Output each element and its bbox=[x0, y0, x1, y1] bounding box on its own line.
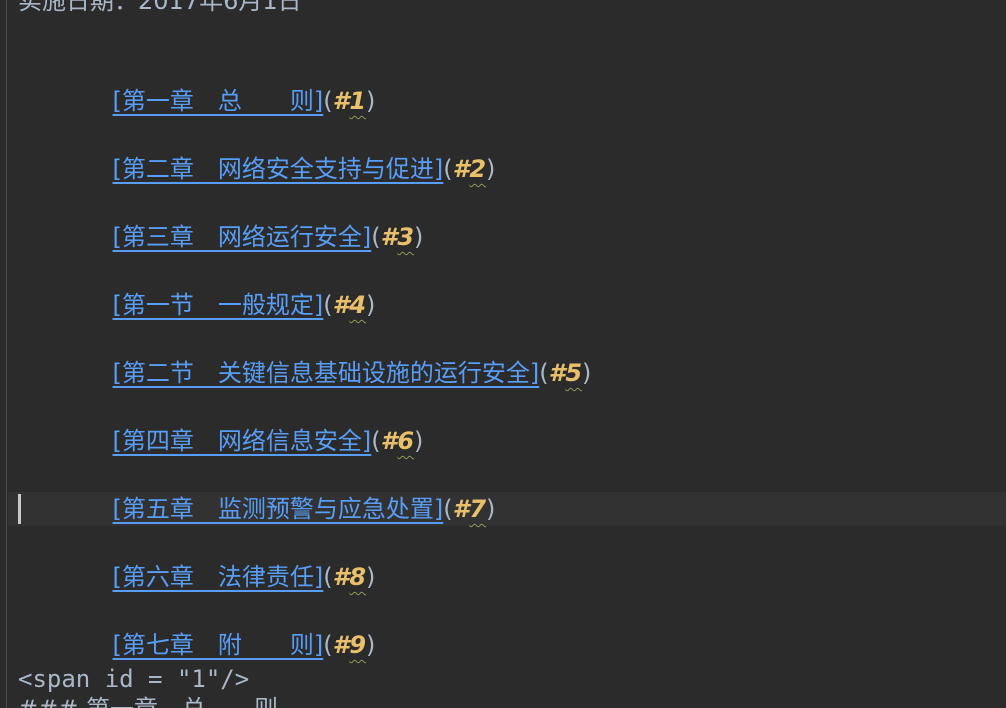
anchor-hash: # bbox=[548, 359, 566, 387]
text-caret bbox=[18, 494, 21, 524]
paren-open: ( bbox=[323, 563, 333, 591]
toc-entry-5[interactable]: [第二节 关键信息基础设施的运行安全](#5) bbox=[82, 322, 592, 387]
anchor-number: 2 bbox=[469, 155, 487, 183]
paren-open: ( bbox=[323, 291, 333, 319]
anchor-ref[interactable]: #9 bbox=[333, 631, 366, 659]
toc-entry-1[interactable]: [第一章 总 则](#1) bbox=[82, 50, 376, 115]
anchor-ref[interactable]: #6 bbox=[381, 427, 414, 455]
toc-link[interactable]: [第五章 监测预警与应急处置] bbox=[113, 495, 444, 523]
toc-entry-7[interactable]: [第五章 监测预警与应急处置](#7) bbox=[82, 458, 496, 523]
toc-link[interactable]: [第六章 法律责任] bbox=[113, 563, 324, 591]
paren-close: ) bbox=[486, 155, 496, 183]
toc-link[interactable]: [第二章 网络安全支持与促进] bbox=[113, 155, 444, 183]
paren-open: ( bbox=[443, 155, 453, 183]
anchor-ref[interactable]: #2 bbox=[453, 155, 486, 183]
toc-entry-4[interactable]: [第一节 一般规定](#4) bbox=[82, 254, 376, 319]
anchor-hash: # bbox=[380, 427, 398, 455]
paren-close: ) bbox=[366, 291, 376, 319]
toc-link[interactable]: [第二节 关键信息基础设施的运行安全] bbox=[113, 359, 540, 387]
toc-entry-2[interactable]: [第二章 网络安全支持与促进](#2) bbox=[82, 118, 496, 183]
anchor-hash: # bbox=[332, 291, 350, 319]
span-anchor-line: <span id = "1"/> bbox=[18, 665, 250, 693]
paren-open: ( bbox=[443, 495, 453, 523]
toc-entry-8[interactable]: [第六章 法律责任](#8) bbox=[82, 526, 376, 591]
toc-entry-6[interactable]: [第四章 网络信息安全](#6) bbox=[82, 390, 424, 455]
date-line: 实施日期：2017年6月1日 bbox=[18, 0, 302, 15]
paren-close: ) bbox=[366, 631, 376, 659]
toc-link[interactable]: [第三章 网络运行安全] bbox=[113, 223, 372, 251]
anchor-number: 8 bbox=[349, 563, 367, 591]
anchor-ref[interactable]: #7 bbox=[453, 495, 486, 523]
paren-close: ) bbox=[414, 427, 424, 455]
anchor-number: 6 bbox=[397, 427, 415, 455]
paren-open: ( bbox=[371, 427, 381, 455]
paren-open: ( bbox=[371, 223, 381, 251]
toc-link[interactable]: [第四章 网络信息安全] bbox=[113, 427, 372, 455]
anchor-hash: # bbox=[380, 223, 398, 251]
anchor-ref[interactable]: #1 bbox=[333, 87, 366, 115]
paren-close: ) bbox=[366, 87, 376, 115]
paren-close: ) bbox=[486, 495, 496, 523]
anchor-number: 4 bbox=[349, 291, 367, 319]
anchor-hash: # bbox=[332, 87, 350, 115]
toc-link[interactable]: [第一节 一般规定] bbox=[113, 291, 324, 319]
anchor-hash: # bbox=[332, 631, 350, 659]
anchor-number: 1 bbox=[349, 87, 367, 115]
anchor-ref[interactable]: #8 bbox=[333, 563, 366, 591]
chapter-heading-line: ### 第一章 总 则 bbox=[18, 692, 278, 708]
paren-close: ) bbox=[366, 563, 376, 591]
paren-close: ) bbox=[414, 223, 424, 251]
anchor-number: 9 bbox=[349, 631, 367, 659]
anchor-ref[interactable]: #4 bbox=[333, 291, 366, 319]
anchor-number: 5 bbox=[565, 359, 583, 387]
anchor-hash: # bbox=[332, 563, 350, 591]
paren-open: ( bbox=[323, 631, 333, 659]
paren-open: ( bbox=[539, 359, 549, 387]
markdown-editor[interactable]: 实施日期：2017年6月1日 [第一章 总 则](#1) [第二章 网络安全支持… bbox=[0, 0, 1006, 708]
toc-entry-3[interactable]: [第三章 网络运行安全](#3) bbox=[82, 186, 424, 251]
anchor-hash: # bbox=[452, 495, 470, 523]
anchor-number: 3 bbox=[397, 223, 415, 251]
toc-link[interactable]: [第七章 附 则] bbox=[113, 631, 324, 659]
paren-open: ( bbox=[323, 87, 333, 115]
anchor-number: 7 bbox=[469, 495, 487, 523]
anchor-ref[interactable]: #3 bbox=[381, 223, 414, 251]
toc-entry-9[interactable]: [第七章 附 则](#9) bbox=[82, 594, 376, 659]
anchor-hash: # bbox=[452, 155, 470, 183]
paren-close: ) bbox=[582, 359, 592, 387]
anchor-ref[interactable]: #5 bbox=[549, 359, 582, 387]
toc-link[interactable]: [第一章 总 则] bbox=[113, 87, 324, 115]
gutter-divider bbox=[6, 0, 7, 708]
